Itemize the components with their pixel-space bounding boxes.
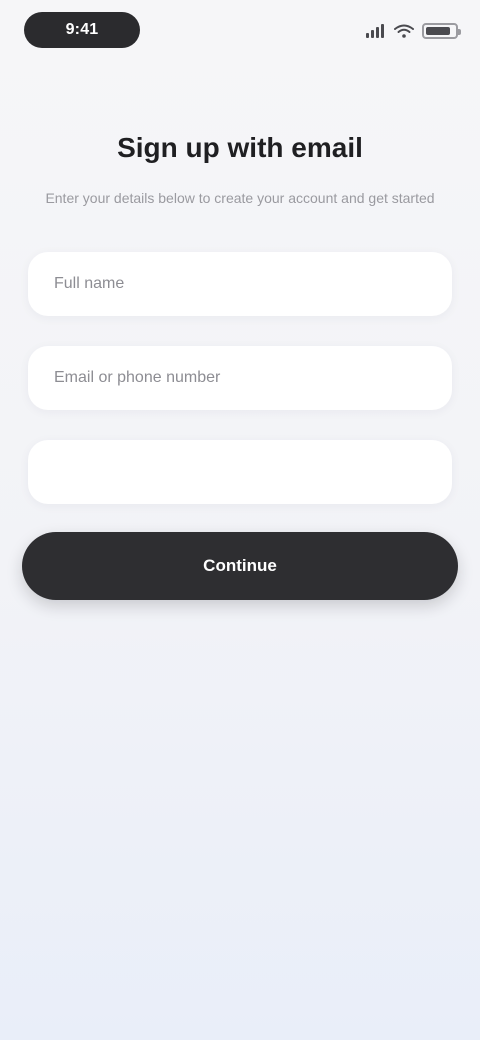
continue-button[interactable]: Continue (22, 532, 458, 600)
password-field-container[interactable] (28, 439, 452, 505)
full-name-field-container[interactable] (28, 251, 452, 317)
password-input[interactable] (52, 439, 428, 505)
email-or-phone-input[interactable] (52, 345, 428, 411)
wifi-icon (394, 24, 414, 38)
status-bar: 9:41 (0, 0, 480, 60)
battery-icon (422, 23, 461, 39)
signal-icon (366, 24, 384, 38)
status-time: 9:41 (24, 12, 140, 48)
full-name-input[interactable] (52, 251, 428, 317)
page-subtitle: Enter your details below to create your … (45, 190, 435, 206)
email-or-phone-field-container[interactable] (28, 345, 452, 411)
status-icons (366, 18, 461, 44)
page-title: Sign up with email (117, 132, 363, 163)
